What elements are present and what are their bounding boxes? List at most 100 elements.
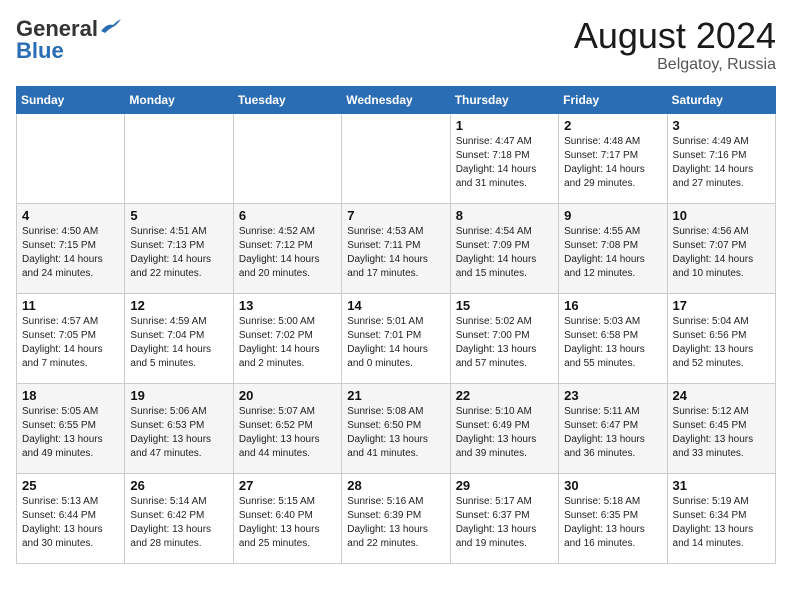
calendar-cell: 21 Sunrise: 5:08 AM Sunset: 6:50 PM Dayli… — [342, 383, 450, 473]
header-day-friday: Friday — [559, 86, 667, 113]
day-number: 2 — [564, 118, 661, 133]
day-info: Sunrise: 4:47 AM Sunset: 7:18 PM Dayligh… — [456, 135, 553, 191]
calendar-header-row: SundayMondayTuesdayWednesdayThursdayFrid… — [17, 86, 776, 113]
title-area: August 2024 Belgatoy, Russia — [574, 16, 776, 74]
day-number: 12 — [130, 298, 227, 313]
calendar-cell: 23 Sunrise: 5:11 AM Sunset: 6:47 PM Dayli… — [559, 383, 667, 473]
day-info: Sunrise: 5:05 AM Sunset: 6:55 PM Dayligh… — [22, 405, 119, 461]
month-title: August 2024 — [574, 16, 776, 56]
day-number: 4 — [22, 208, 119, 223]
calendar-table: SundayMondayTuesdayWednesdayThursdayFrid… — [16, 86, 776, 564]
day-info: Sunrise: 5:03 AM Sunset: 6:58 PM Dayligh… — [564, 315, 661, 371]
day-info: Sunrise: 5:16 AM Sunset: 6:39 PM Dayligh… — [347, 495, 444, 551]
header-day-saturday: Saturday — [667, 86, 775, 113]
calendar-cell: 13 Sunrise: 5:00 AM Sunset: 7:02 PM Dayli… — [233, 293, 341, 383]
day-number: 1 — [456, 118, 553, 133]
day-number: 5 — [130, 208, 227, 223]
calendar-cell: 9 Sunrise: 4:55 AM Sunset: 7:08 PM Daylig… — [559, 203, 667, 293]
day-number: 7 — [347, 208, 444, 223]
calendar-cell — [233, 113, 341, 203]
day-info: Sunrise: 5:10 AM Sunset: 6:49 PM Dayligh… — [456, 405, 553, 461]
day-info: Sunrise: 4:53 AM Sunset: 7:11 PM Dayligh… — [347, 225, 444, 281]
calendar-week-3: 18 Sunrise: 5:05 AM Sunset: 6:55 PM Dayli… — [17, 383, 776, 473]
calendar-cell: 28 Sunrise: 5:16 AM Sunset: 6:39 PM Dayli… — [342, 473, 450, 563]
calendar-cell: 12 Sunrise: 4:59 AM Sunset: 7:04 PM Dayli… — [125, 293, 233, 383]
day-number: 21 — [347, 388, 444, 403]
day-number: 19 — [130, 388, 227, 403]
day-info: Sunrise: 5:08 AM Sunset: 6:50 PM Dayligh… — [347, 405, 444, 461]
day-number: 22 — [456, 388, 553, 403]
calendar-cell: 4 Sunrise: 4:50 AM Sunset: 7:15 PM Daylig… — [17, 203, 125, 293]
calendar-cell: 1 Sunrise: 4:47 AM Sunset: 7:18 PM Daylig… — [450, 113, 558, 203]
day-number: 6 — [239, 208, 336, 223]
calendar-cell: 6 Sunrise: 4:52 AM Sunset: 7:12 PM Daylig… — [233, 203, 341, 293]
day-info: Sunrise: 4:59 AM Sunset: 7:04 PM Dayligh… — [130, 315, 227, 371]
day-number: 31 — [673, 478, 770, 493]
calendar-cell: 31Sunrise: 5:19 AM Sunset: 6:34 PM Dayli… — [667, 473, 775, 563]
calendar-cell: 8Sunrise: 4:54 AM Sunset: 7:09 PM Daylig… — [450, 203, 558, 293]
day-info: Sunrise: 5:18 AM Sunset: 6:35 PM Dayligh… — [564, 495, 661, 551]
calendar-cell: 11Sunrise: 4:57 AM Sunset: 7:05 PM Dayli… — [17, 293, 125, 383]
calendar-week-2: 11Sunrise: 4:57 AM Sunset: 7:05 PM Dayli… — [17, 293, 776, 383]
day-info: Sunrise: 5:13 AM Sunset: 6:44 PM Dayligh… — [22, 495, 119, 551]
calendar-cell: 14 Sunrise: 5:01 AM Sunset: 7:01 PM Dayli… — [342, 293, 450, 383]
day-info: Sunrise: 4:55 AM Sunset: 7:08 PM Dayligh… — [564, 225, 661, 281]
day-number: 28 — [347, 478, 444, 493]
day-number: 27 — [239, 478, 336, 493]
header-day-thursday: Thursday — [450, 86, 558, 113]
calendar-cell: 17Sunrise: 5:04 AM Sunset: 6:56 PM Dayli… — [667, 293, 775, 383]
calendar-cell: 2Sunrise: 4:48 AM Sunset: 7:17 PM Daylig… — [559, 113, 667, 203]
header-day-wednesday: Wednesday — [342, 86, 450, 113]
day-info: Sunrise: 5:17 AM Sunset: 6:37 PM Dayligh… — [456, 495, 553, 551]
day-number: 23 — [564, 388, 661, 403]
logo-blue-text: Blue — [16, 38, 64, 64]
calendar-cell: 20 Sunrise: 5:07 AM Sunset: 6:52 PM Dayli… — [233, 383, 341, 473]
day-info: Sunrise: 5:00 AM Sunset: 7:02 PM Dayligh… — [239, 315, 336, 371]
calendar-cell: 24 Sunrise: 5:12 AM Sunset: 6:45 PM Dayli… — [667, 383, 775, 473]
day-number: 29 — [456, 478, 553, 493]
day-info: Sunrise: 4:51 AM Sunset: 7:13 PM Dayligh… — [130, 225, 227, 281]
day-info: Sunrise: 4:49 AM Sunset: 7:16 PM Dayligh… — [673, 135, 770, 191]
day-info: Sunrise: 5:12 AM Sunset: 6:45 PM Dayligh… — [673, 405, 770, 461]
day-info: Sunrise: 5:07 AM Sunset: 6:52 PM Dayligh… — [239, 405, 336, 461]
logo-bird-icon — [99, 19, 121, 35]
day-number: 18 — [22, 388, 119, 403]
day-number: 26 — [130, 478, 227, 493]
calendar-cell — [342, 113, 450, 203]
day-number: 20 — [239, 388, 336, 403]
day-info: Sunrise: 4:52 AM Sunset: 7:12 PM Dayligh… — [239, 225, 336, 281]
day-number: 10 — [673, 208, 770, 223]
day-number: 14 — [347, 298, 444, 313]
day-number: 30 — [564, 478, 661, 493]
day-info: Sunrise: 5:14 AM Sunset: 6:42 PM Dayligh… — [130, 495, 227, 551]
calendar-week-0: 1 Sunrise: 4:47 AM Sunset: 7:18 PM Daylig… — [17, 113, 776, 203]
day-info: Sunrise: 5:02 AM Sunset: 7:00 PM Dayligh… — [456, 315, 553, 371]
calendar-cell: 15 Sunrise: 5:02 AM Sunset: 7:00 PM Dayli… — [450, 293, 558, 383]
day-number: 25 — [22, 478, 119, 493]
day-number: 13 — [239, 298, 336, 313]
page-header: General Blue August 2024 Belgatoy, Russi… — [16, 16, 776, 74]
calendar-cell — [125, 113, 233, 203]
calendar-cell: 18 Sunrise: 5:05 AM Sunset: 6:55 PM Dayli… — [17, 383, 125, 473]
day-number: 11 — [22, 298, 119, 313]
day-info: Sunrise: 4:54 AM Sunset: 7:09 PM Dayligh… — [456, 225, 553, 281]
calendar-cell: 3 Sunrise: 4:49 AM Sunset: 7:16 PM Daylig… — [667, 113, 775, 203]
calendar-cell: 16Sunrise: 5:03 AM Sunset: 6:58 PM Dayli… — [559, 293, 667, 383]
day-info: Sunrise: 5:01 AM Sunset: 7:01 PM Dayligh… — [347, 315, 444, 371]
calendar-cell: 5 Sunrise: 4:51 AM Sunset: 7:13 PM Daylig… — [125, 203, 233, 293]
day-number: 3 — [673, 118, 770, 133]
calendar-cell: 26 Sunrise: 5:14 AM Sunset: 6:42 PM Dayli… — [125, 473, 233, 563]
day-number: 24 — [673, 388, 770, 403]
calendar-cell: 29 Sunrise: 5:17 AM Sunset: 6:37 PM Dayli… — [450, 473, 558, 563]
calendar-cell: 19 Sunrise: 5:06 AM Sunset: 6:53 PM Dayli… — [125, 383, 233, 473]
location-subtitle: Belgatoy, Russia — [574, 56, 776, 74]
day-info: Sunrise: 5:15 AM Sunset: 6:40 PM Dayligh… — [239, 495, 336, 551]
day-info: Sunrise: 5:06 AM Sunset: 6:53 PM Dayligh… — [130, 405, 227, 461]
calendar-cell: 10Sunrise: 4:56 AM Sunset: 7:07 PM Dayli… — [667, 203, 775, 293]
calendar-cell: 25 Sunrise: 5:13 AM Sunset: 6:44 PM Dayli… — [17, 473, 125, 563]
day-info: Sunrise: 5:11 AM Sunset: 6:47 PM Dayligh… — [564, 405, 661, 461]
calendar-week-1: 4 Sunrise: 4:50 AM Sunset: 7:15 PM Daylig… — [17, 203, 776, 293]
day-info: Sunrise: 4:50 AM Sunset: 7:15 PM Dayligh… — [22, 225, 119, 281]
day-number: 15 — [456, 298, 553, 313]
day-number: 9 — [564, 208, 661, 223]
